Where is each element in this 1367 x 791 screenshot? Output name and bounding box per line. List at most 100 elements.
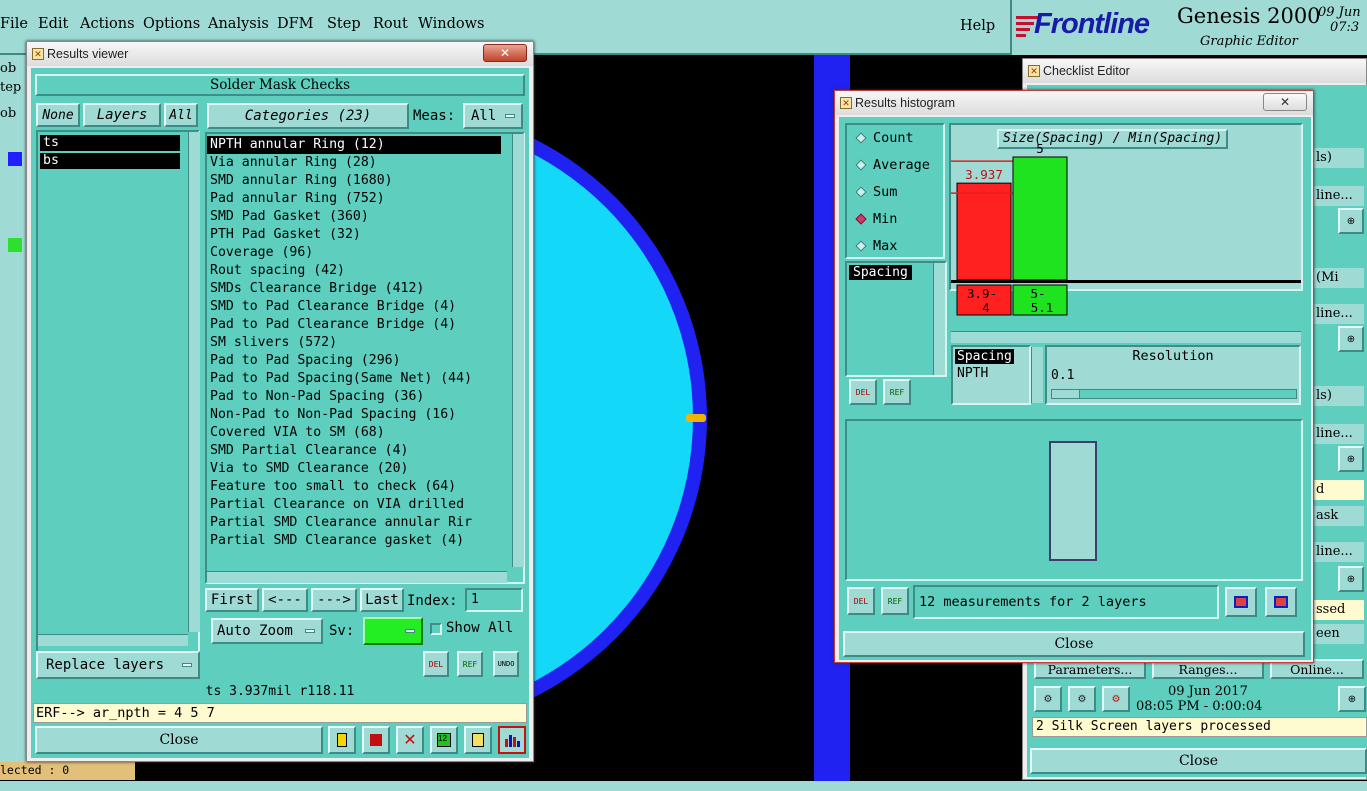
checklist-row-snippet[interactable]: d <box>1312 480 1364 500</box>
sv-color-dropdown[interactable] <box>363 617 423 645</box>
checklist-row-snippet[interactable]: line... <box>1312 424 1364 444</box>
zoom-icon[interactable]: ⊕ <box>1338 446 1364 472</box>
results-histogram-titlebar[interactable]: ✕ Results histogram <box>835 91 1313 115</box>
layers-hscrollbar[interactable] <box>38 634 188 646</box>
category-item[interactable]: SMD annular Ring (1680) <box>207 172 523 190</box>
checklist-row-snippet[interactable]: ls) <box>1312 386 1364 406</box>
results-viewer-close-button[interactable]: Close <box>35 726 323 754</box>
meas-dropdown[interactable]: All <box>463 103 523 129</box>
npth-list-item[interactable]: NPTH <box>953 366 1029 381</box>
report-icon[interactable] <box>362 726 390 754</box>
mode-max-radio[interactable]: Max <box>853 235 897 257</box>
category-item[interactable]: Rout spacing (42) <box>207 262 523 280</box>
resolution-slider[interactable] <box>1051 389 1297 399</box>
layers-button[interactable]: Layers <box>83 103 161 127</box>
categories-hscrollbar[interactable] <box>207 571 507 583</box>
run-all-icon[interactable]: ⚙ <box>1068 686 1096 712</box>
category-item[interactable]: Pad annular Ring (752) <box>207 190 523 208</box>
category-item[interactable]: SMD Pad Gasket (360) <box>207 208 523 226</box>
category-item[interactable]: SM slivers (572) <box>207 334 523 352</box>
replace-layers-dropdown[interactable]: Replace layers <box>36 651 200 679</box>
histogram-del-icon[interactable]: DEL <box>849 379 877 405</box>
category-item[interactable]: Pad to Pad Spacing (296) <box>207 352 523 370</box>
category-item[interactable]: Feature too small to check (64) <box>207 478 523 496</box>
category-item[interactable]: Partial SMD Clearance annular Rir <box>207 514 523 532</box>
results-viewer-titlebar[interactable]: ✕ Results viewer <box>27 42 533 66</box>
layer-item[interactable]: bs <box>40 153 180 169</box>
mode-count-radio[interactable]: Count <box>853 127 914 149</box>
category-item[interactable]: SMD to Pad Clearance Bridge (4) <box>207 298 523 316</box>
menu-help[interactable]: Help <box>960 18 995 34</box>
first-button[interactable]: First <box>205 588 259 612</box>
category-item[interactable]: PTH Pad Gasket (32) <box>207 226 523 244</box>
show-all-checkbox[interactable] <box>430 623 442 635</box>
histogram-icon[interactable] <box>498 726 526 754</box>
last-button[interactable]: Last <box>360 588 404 612</box>
category-item[interactable]: Via annular Ring (28) <box>207 154 523 172</box>
preview-del-icon[interactable]: DEL <box>847 587 875 615</box>
category-item[interactable]: Partial Clearance on VIA drilled <box>207 496 523 514</box>
checklist-row-snippet[interactable]: ssed <box>1312 600 1364 620</box>
categories-vscrollbar[interactable] <box>512 134 524 567</box>
index-input[interactable]: 1 <box>465 588 523 612</box>
measure-list-item[interactable]: Spacing <box>849 265 912 280</box>
count-icon[interactable]: 12 <box>430 726 458 754</box>
category-item[interactable]: Covered VIA to SM (68) <box>207 424 523 442</box>
histogram-bar[interactable] <box>956 182 1012 281</box>
histogram-close-button[interactable]: Close <box>843 631 1305 657</box>
menu-file[interactable]: File <box>0 16 28 32</box>
category-item[interactable]: Coverage (96) <box>207 244 523 262</box>
erf-cross-icon[interactable]: ✕ <box>396 726 424 754</box>
view-icon[interactable] <box>328 726 356 754</box>
histogram-bar[interactable] <box>1012 156 1068 281</box>
category-item[interactable]: Non-Pad to Non-Pad Spacing (16) <box>207 406 523 424</box>
mode-sum-radio[interactable]: Sum <box>853 181 897 203</box>
menu-analysis[interactable]: Analysis <box>208 16 269 32</box>
menu-options[interactable]: Options <box>143 16 200 32</box>
menu-actions[interactable]: Actions <box>80 16 135 32</box>
histogram-ref-icon[interactable]: REF <box>883 379 911 405</box>
run-icon[interactable]: ⚙ <box>1034 686 1062 712</box>
histogram-close-icon[interactable]: ✕ <box>1263 93 1307 111</box>
notes-icon[interactable] <box>464 726 492 754</box>
mode-min-radio[interactable]: Min <box>853 208 897 230</box>
checklist-row-snippet[interactable]: line... <box>1312 304 1364 324</box>
preview-ref-icon[interactable]: REF <box>881 587 909 615</box>
categories-button[interactable]: Categories (23) <box>207 103 409 129</box>
all-layers-button[interactable]: All <box>164 103 198 127</box>
spacing-vscrollbar[interactable] <box>1031 347 1043 403</box>
checklist-close-button[interactable]: Close <box>1030 748 1367 774</box>
import-icon[interactable] <box>1265 587 1297 617</box>
histogram-hscrollbar[interactable] <box>951 331 1301 343</box>
checklist-row-snippet[interactable]: line... <box>1312 542 1364 562</box>
zoom-icon[interactable]: ⊕ <box>1338 686 1366 712</box>
checklist-row-snippet[interactable]: ask <box>1312 506 1364 526</box>
none-button[interactable]: None <box>36 103 80 127</box>
category-item[interactable]: Pad to Non-Pad Spacing (36) <box>207 388 523 406</box>
menu-step[interactable]: Step <box>327 16 361 32</box>
measure-list-vscrollbar[interactable] <box>933 263 945 375</box>
undo-icon[interactable]: UNDO <box>493 651 519 677</box>
zoom-icon[interactable]: ⊕ <box>1338 326 1364 352</box>
menu-windows[interactable]: Windows <box>418 16 485 32</box>
next-button[interactable]: ---> <box>311 588 357 612</box>
category-item[interactable]: SMD Partial Clearance (4) <box>207 442 523 460</box>
category-item[interactable]: NPTH annular Ring (12) <box>207 136 501 154</box>
zoom-icon[interactable]: ⊕ <box>1338 566 1364 592</box>
category-item[interactable]: Pad to Pad Clearance Bridge (4) <box>207 316 523 334</box>
resolution-slider-thumb[interactable] <box>1052 390 1080 398</box>
category-item[interactable]: Via to SMD Clearance (20) <box>207 460 523 478</box>
checklist-editor-titlebar[interactable]: ✕ Checklist Editor <box>1023 59 1366 83</box>
checklist-row-snippet[interactable]: ls) <box>1312 148 1364 168</box>
stop-icon[interactable]: ⚙ <box>1102 686 1130 712</box>
menu-rout[interactable]: Rout <box>373 16 408 32</box>
prev-button[interactable]: <--- <box>262 588 308 612</box>
ref-icon[interactable]: REF <box>457 651 483 677</box>
menu-dfm[interactable]: DFM <box>277 16 314 32</box>
layer-swatch-green[interactable] <box>8 238 22 252</box>
category-item[interactable]: Partial SMD Clearance gasket (4) <box>207 532 523 550</box>
checklist-row-snippet[interactable]: line... <box>1312 186 1364 206</box>
results-viewer-close-icon[interactable]: ✕ <box>483 44 527 62</box>
del-icon[interactable]: DEL <box>423 651 449 677</box>
zoom-icon[interactable]: ⊕ <box>1338 208 1364 234</box>
